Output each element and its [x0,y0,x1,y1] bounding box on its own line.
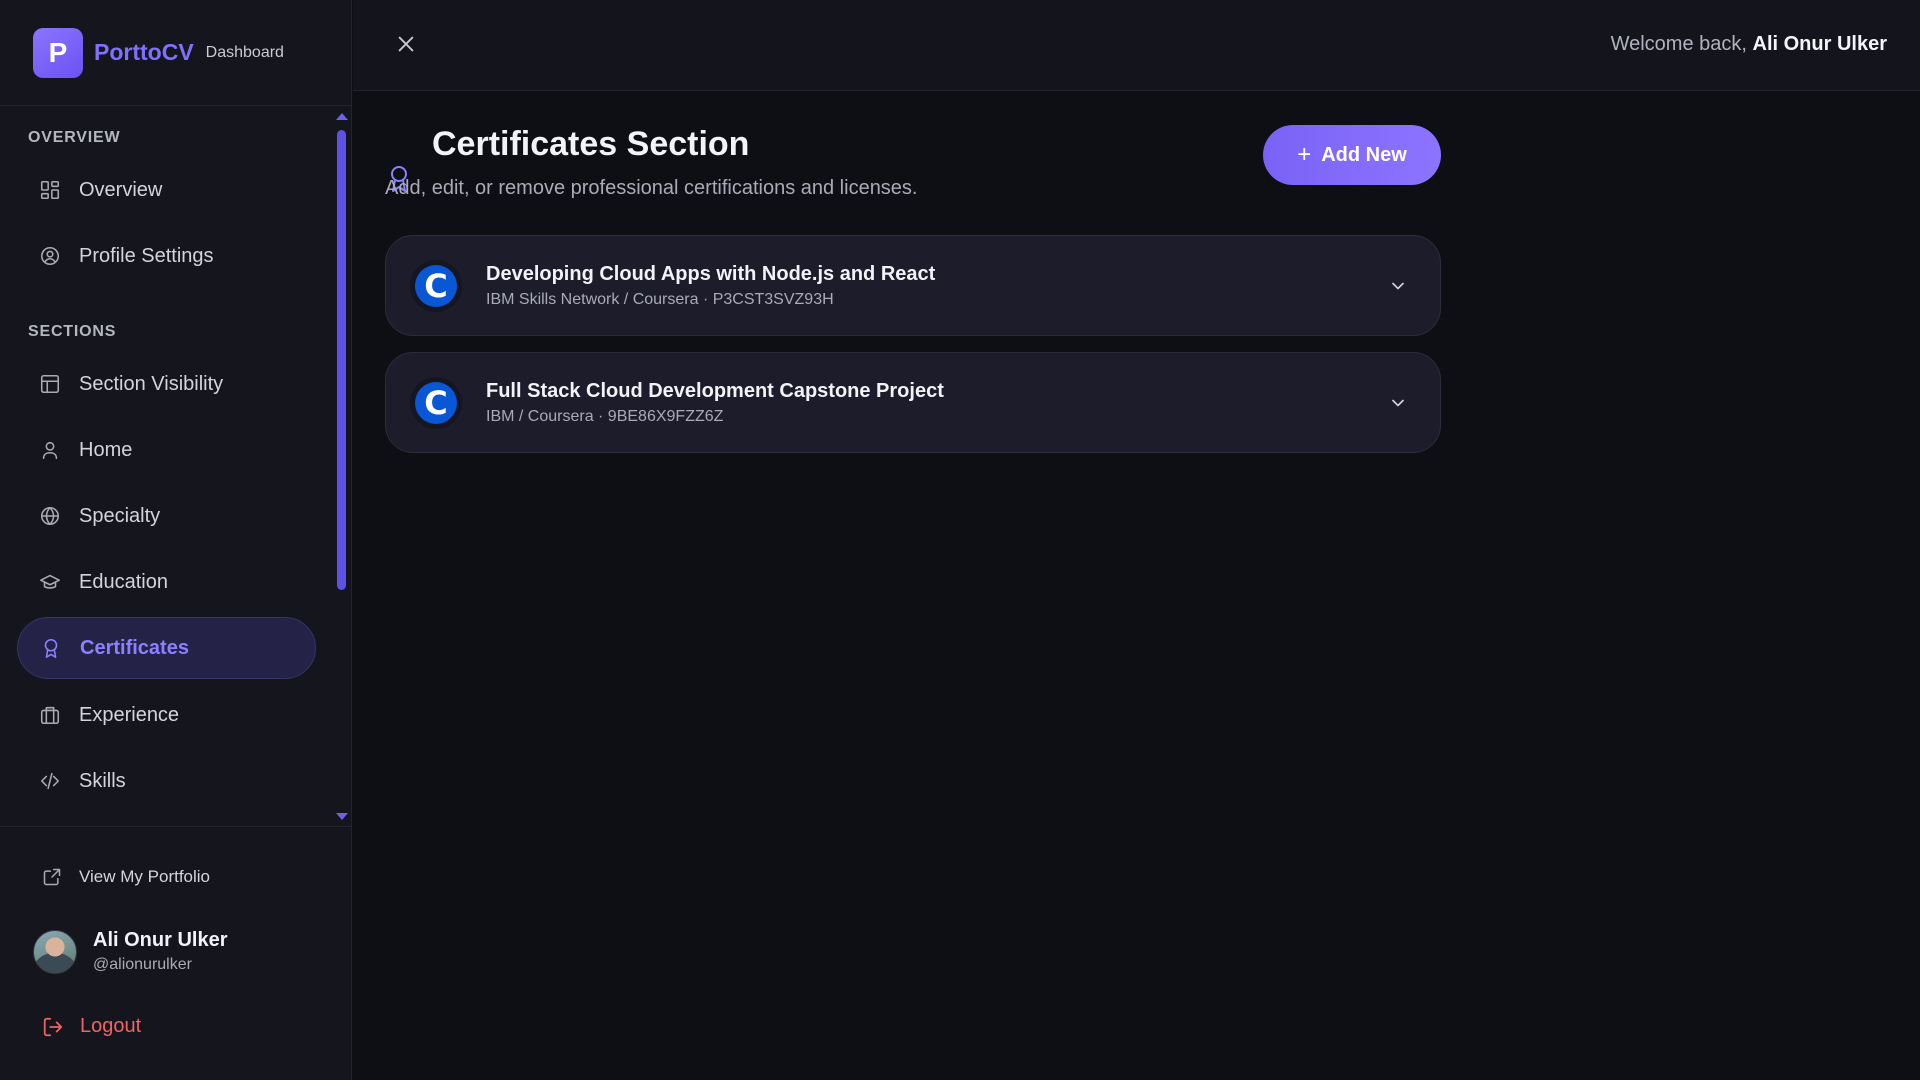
sidebar: P PorttoCV Dashboard OVERVIEW Overview P… [0,0,352,1080]
certificate-card[interactable]: C Developing Cloud Apps with Node.js and… [385,235,1441,336]
briefcase-icon [40,706,60,725]
coursera-logo-icon: C [410,260,462,312]
sidebar-item-profile-settings[interactable]: Profile Settings [17,225,316,287]
scroll-down-arrow-icon[interactable] [336,813,348,820]
external-link-icon [43,868,61,886]
user-circle-icon [40,246,60,266]
certificate-logo-letter: C [415,382,457,424]
sidebar-item-experience[interactable]: Experience [17,684,316,746]
sidebar-item-specialty[interactable]: Specialty [17,485,316,547]
sidebar-nav: OVERVIEW Overview Profile Settings SECTI… [0,107,352,825]
user-name: Ali Onur Ulker [93,929,228,951]
scrollbar-thumb[interactable] [337,130,346,590]
chevron-down-icon[interactable] [1388,276,1408,296]
close-icon [398,36,414,52]
certificate-meta: IBM / Coursera · 9BE86X9FZZ6Z [486,408,724,425]
certificate-meta: IBM Skills Network / Coursera · P3CST3SV… [486,291,834,308]
chevron-down-icon[interactable] [1388,393,1408,413]
grid-icon [40,180,60,200]
graduation-cap-icon [40,574,60,589]
page-subtitle: Add, edit, or remove professional certif… [385,177,918,199]
certificate-list: C Developing Cloud Apps with Node.js and… [385,235,1441,469]
sidebar-item-overview[interactable]: Overview [17,159,316,221]
view-portfolio-link[interactable]: View My Portfolio [42,867,210,887]
sidebar-item-label: Section Visibility [79,372,224,395]
sidebar-item-certificates[interactable]: Certificates [17,617,316,679]
brand-name: PorttoCV [94,39,194,65]
nav-heading-overview: OVERVIEW [28,129,121,146]
plus-icon: + [1297,141,1312,168]
sidebar-item-label: Home [79,438,133,461]
globe-icon [40,506,60,526]
welcome-user-name: Ali Onur Ulker [1752,33,1887,55]
sidebar-item-label: Specialty [79,504,161,527]
brand-subtitle: Dashboard [205,43,284,61]
layout-icon [40,374,60,394]
welcome-prefix: Welcome back, [1610,33,1747,55]
page-title: Certificates Section [432,125,750,163]
welcome-message: Welcome back, Ali Onur Ulker [1611,33,1887,56]
sidebar-item-education[interactable]: Education [17,551,316,613]
nav-heading-sections: SECTIONS [28,323,117,340]
award-icon [44,638,58,658]
sidebar-item-skills[interactable]: Skills [17,750,316,812]
add-new-label: Add New [1321,143,1407,166]
logout-icon [43,1017,63,1036]
sidebar-item-label: Education [79,570,168,593]
brand[interactable]: P PorttoCV Dashboard [0,0,351,106]
sidebar-scrollbar[interactable] [334,112,348,822]
avatar [33,929,77,974]
view-portfolio-label: View My Portfolio [79,867,211,886]
top-bar: Welcome back, Ali Onur Ulker [353,0,1920,91]
logout-label: Logout [80,1015,142,1037]
user-profile[interactable]: Ali Onur Ulker @alionurulker [33,929,227,974]
sidebar-item-label: Skills [79,769,126,792]
user-handle: @alionurulker [93,956,192,973]
logout-button[interactable]: Logout [42,1015,141,1038]
sidebar-item-section-visibility[interactable]: Section Visibility [17,353,316,415]
certificate-title: Full Stack Cloud Development Capstone Pr… [486,380,944,402]
sidebar-item-label: Overview [79,178,163,201]
close-sidebar-button[interactable] [395,33,417,55]
sidebar-item-label: Certificates [80,636,189,659]
sidebar-item-home[interactable]: Home [17,419,316,481]
add-new-button[interactable]: + Add New [1263,125,1441,185]
sidebar-footer: View My Portfolio Ali Onur Ulker @alionu… [0,826,352,1080]
coursera-logo-icon: C [410,377,462,429]
code-icon [40,772,60,790]
certificate-card[interactable]: C Full Stack Cloud Development Capstone … [385,352,1441,453]
brand-logo: P [33,27,83,78]
certificate-logo-letter: C [415,265,457,307]
sidebar-item-label: Experience [79,703,180,726]
certificate-title: Developing Cloud Apps with Node.js and R… [486,263,936,285]
scroll-up-arrow-icon[interactable] [336,113,348,120]
sidebar-item-label: Profile Settings [79,244,214,267]
user-icon [42,441,58,460]
